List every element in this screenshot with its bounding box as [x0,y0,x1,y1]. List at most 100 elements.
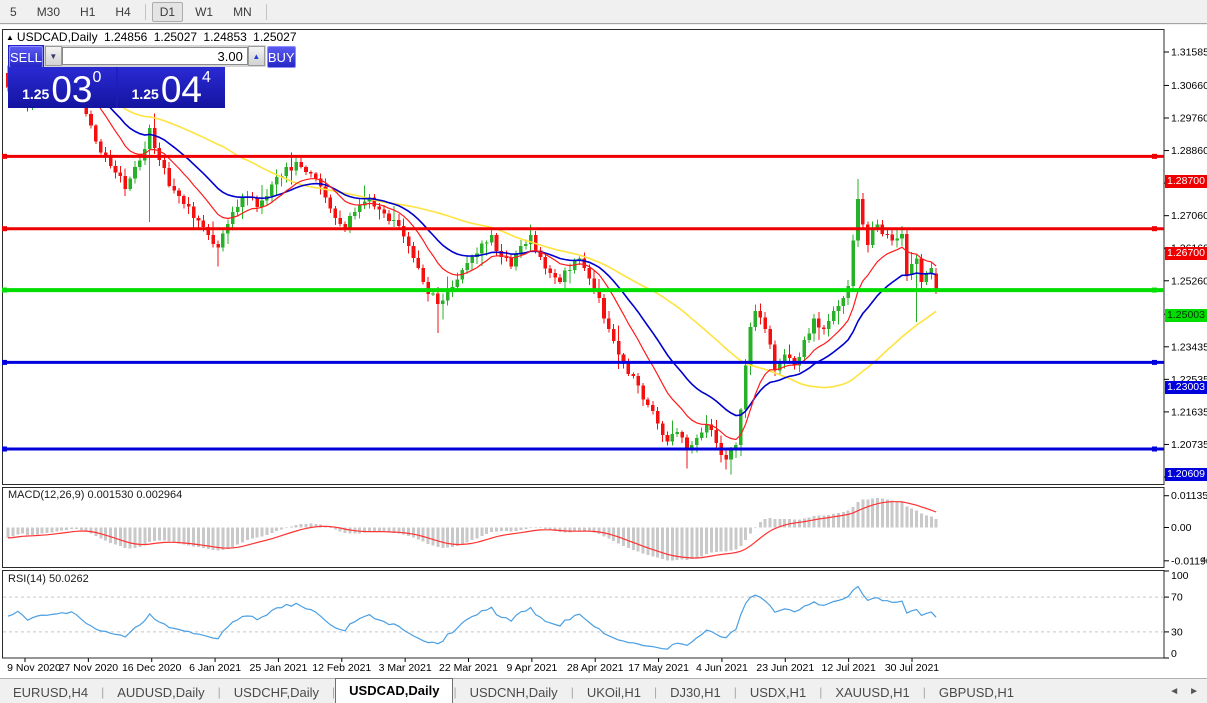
symbol-tab-xauusd[interactable]: XAUUSD,H1 [822,682,922,703]
svg-text:17 May 2021: 17 May 2021 [628,662,689,674]
sell-price-display[interactable]: 1.25 03 0 [8,67,116,108]
svg-text:70: 70 [1171,592,1183,604]
line-handle[interactable] [1152,359,1157,365]
candlesticks [6,56,938,475]
price-tag-1.20609: 1.20609 [1165,467,1207,481]
toolbar-separator [144,3,146,20]
line-handle[interactable] [2,287,7,293]
volume-spinner: ▼ ▲ [43,45,266,67]
svg-text:30 Jul 2021: 30 Jul 2021 [885,662,939,674]
date-axis: 9 Nov 202027 Nov 2020 16 Dec 2020 6 Jan 20… [7,658,939,674]
svg-text:27 Nov 2020: 27 Nov 2020 [59,662,119,674]
svg-text:6 Jan 2021: 6 Jan 2021 [189,662,241,674]
svg-text:16 Dec 2020: 16 Dec 2020 [122,662,182,674]
timeframe-button-m30[interactable]: M30 [29,2,68,22]
svg-text:1.30660: 1.30660 [1171,80,1207,92]
line-handle[interactable] [1152,226,1157,232]
symbol-tab-eurusd[interactable]: EURUSD,H4 [0,682,101,703]
price-tag-1.26700: 1.26700 [1165,247,1207,261]
line-handle[interactable] [2,359,7,365]
timeframe-button-mn[interactable]: MN [225,2,260,22]
price-axis: 1.315851.306601.297601.288601.279601.270… [1164,47,1207,660]
rsi-level-lines [3,596,1164,633]
buy-price-pips: 04 [160,69,202,110]
sell-button[interactable]: SELL [9,46,43,68]
one-click-trade-panel: SELL ▼ ▲ BUY 1.25 03 0 1.25 04 4 [8,45,296,110]
symbol-tab-gbpusd[interactable]: GBPUSD,H1 [926,682,1027,703]
ohlc-low: 1.24853 [203,30,247,44]
svg-text:0.01135: 0.01135 [1171,490,1207,502]
svg-text:1.31585: 1.31585 [1171,47,1207,59]
price-tag-1.23003: 1.23003 [1165,380,1207,394]
svg-text:4 Jun 2021: 4 Jun 2021 [696,662,748,674]
timeframe-button-d1[interactable]: D1 [151,1,184,22]
svg-text:30: 30 [1171,626,1183,638]
line-handle[interactable] [2,446,7,452]
symbol-tab-usdx[interactable]: USDX,H1 [737,682,819,703]
sell-price-point: 0 [92,69,102,86]
svg-text:1.21635: 1.21635 [1171,406,1207,418]
svg-text:1.27060: 1.27060 [1171,210,1207,222]
symbol-tab-bar: EURUSD,H4 | AUDUSD,Daily | USDCHF,Daily | USDC… [0,678,1207,703]
svg-text:1.25260: 1.25260 [1171,275,1207,287]
symbol-tab-usdchf[interactable]: USDCHF,Daily [221,682,332,703]
volume-input[interactable] [61,47,248,65]
tab-scroll-arrows: ◄ ► [1169,686,1199,697]
symbol-tab-usdcad[interactable]: USDCAD,Daily [335,678,454,703]
line-handle[interactable] [1152,287,1157,293]
price-tag-1.25003: 1.25003 [1165,308,1207,322]
line-handle[interactable] [2,153,7,159]
svg-text:4: 4 [1202,557,1206,564]
buy-button[interactable]: BUY [266,46,296,68]
timeframe-button-w1[interactable]: W1 [187,2,221,22]
svg-text:22 Mar 2021: 22 Mar 2021 [439,662,498,674]
ohlc-high: 1.25027 [153,30,198,44]
rsi-line [7,585,937,650]
chart-title: ▲ USDCAD,Daily 1.24856 1.25027 1.24853 1.… [6,30,300,44]
tab-scroll-right-icon[interactable]: ► [1189,686,1199,697]
macd-indicator-label: MACD(12,26,9) 0.001530 0.002964 [8,489,183,501]
svg-text:1.28860: 1.28860 [1171,145,1207,157]
timeframe-button-h1[interactable]: H1 [72,2,103,22]
svg-text:0.00: 0.00 [1171,522,1192,534]
svg-text:0: 0 [1171,648,1177,660]
svg-text:12 Jul 2021: 12 Jul 2021 [821,662,875,674]
volume-increase-button[interactable]: ▲ [247,46,265,66]
timeframe-button-5[interactable]: 5 [2,2,25,22]
svg-text:9 Nov 2020: 9 Nov 2020 [7,662,61,674]
symbol-tab-audusd[interactable]: AUDUSD,Daily [104,682,217,703]
sell-price-pips: 03 [51,69,93,110]
svg-text:1.20735: 1.20735 [1171,439,1207,451]
line-handle[interactable] [1152,153,1157,159]
line-handle[interactable] [1152,446,1157,452]
rsi-indicator-label: RSI(14) 50.0262 [8,573,89,585]
svg-text:23 Jun 2021: 23 Jun 2021 [756,662,814,674]
timeframe-button-h4[interactable]: H4 [107,2,138,22]
tab-scroll-left-icon[interactable]: ◄ [1169,686,1179,697]
buy-price-point: 4 [202,69,211,86]
ohlc-open: 1.24856 [103,30,148,44]
svg-text:9 Apr 2021: 9 Apr 2021 [506,662,557,674]
svg-text:3 Mar 2021: 3 Mar 2021 [379,662,432,674]
svg-text:1.29760: 1.29760 [1171,113,1207,125]
toolbar-separator [265,3,267,20]
symbol-tab-usdcnh[interactable]: USDCNH,Daily [457,682,571,703]
price-tag-1.28700: 1.28700 [1165,174,1207,188]
chart-symbol-label: USDCAD,Daily [16,30,98,44]
macd-histogram [6,498,938,561]
buy-price-display[interactable]: 1.25 04 4 [117,67,225,110]
horizontal-level-lines [2,153,1164,452]
timeframe-toolbar: 5 M30 H1 H4 D1 W1 MN [0,0,1207,24]
buy-price-base: 1.25 [131,86,159,102]
volume-decrease-button[interactable]: ▼ [44,46,62,66]
svg-text:28 Apr 2021: 28 Apr 2021 [567,662,624,674]
line-handle[interactable] [2,226,7,232]
svg-text:1.23435: 1.23435 [1171,341,1207,353]
svg-text:12 Feb 2021: 12 Feb 2021 [312,662,371,674]
svg-text:100: 100 [1171,570,1189,582]
chart-symbol-icon: ▲ [6,33,14,42]
sell-price-base: 1.25 [22,86,50,102]
ohlc-close: 1.25027 [253,30,297,44]
symbol-tab-dj30[interactable]: DJ30,H1 [657,682,734,703]
symbol-tab-ukoil[interactable]: UKOil,H1 [574,682,654,703]
